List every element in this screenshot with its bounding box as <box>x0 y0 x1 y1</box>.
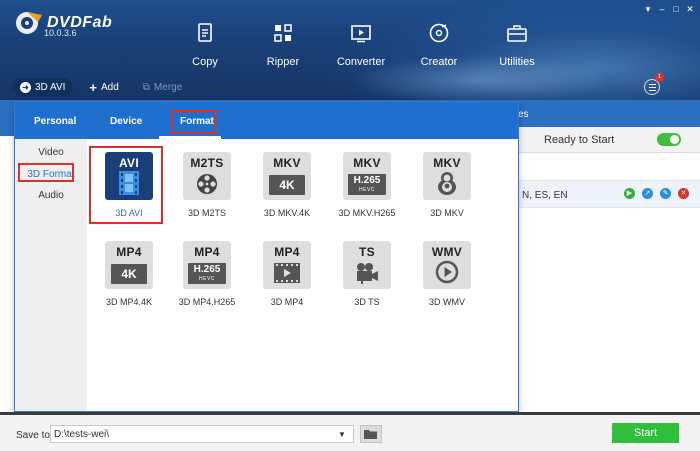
chevron-down-icon[interactable]: ▼ <box>338 430 346 439</box>
side-audio[interactable]: Audio <box>15 190 87 201</box>
h265-badge: H.265 HEVC <box>348 174 386 195</box>
merge-button[interactable]: ⧉ Merge <box>135 78 191 96</box>
camera-icon <box>357 263 378 284</box>
nav-utilities-label: Utilities <box>499 56 535 68</box>
copy-icon <box>166 20 244 46</box>
background-tab-fragment: es <box>518 109 529 120</box>
profile-button[interactable]: ➜ 3D AVI <box>12 78 74 96</box>
format-label: 3D WMV <box>429 297 465 307</box>
format-label: 3D MKV.4K <box>263 208 311 218</box>
ripper-icon <box>244 20 322 46</box>
tab-personal[interactable]: Personal <box>34 116 76 127</box>
m2ts-format-icon: M2TS <box>183 152 231 200</box>
popup-tab-bar: Personal Device Format <box>15 102 518 139</box>
nav-copy[interactable]: Copy <box>166 20 244 68</box>
remove-icon[interactable]: ✕ <box>678 188 689 199</box>
arrow-right-icon: ➜ <box>20 81 31 93</box>
format-3d-mkv-h265[interactable]: MKV H.265 HEVC 3D MKV.H265 <box>327 152 407 218</box>
main-nav: Copy Ripper Converter Creator Utilities <box>166 20 556 68</box>
notification-badge: 1 <box>655 73 664 82</box>
play-circle-icon <box>435 260 459 284</box>
toolbar: ➜ 3D AVI + Add ⧉ Merge <box>12 78 190 96</box>
merge-label: Merge <box>153 81 183 93</box>
format-3d-m2ts[interactable]: M2TS 3D M2TS <box>167 152 247 218</box>
merge-icon: ⧉ <box>142 81 150 93</box>
ts-format-icon: TS <box>343 241 391 289</box>
format-label: 3D M2TS <box>187 208 226 218</box>
4k-badge: 4K <box>111 264 147 284</box>
window-controls: ▾ – □ ✕ <box>644 4 694 15</box>
nav-converter[interactable]: Converter <box>322 20 400 68</box>
add-label: Add <box>100 81 119 93</box>
folder-icon <box>364 429 377 439</box>
close-icon[interactable]: ✕ <box>686 4 694 15</box>
popup-sidebar: Video 3D Format Audio <box>15 139 87 411</box>
creator-icon <box>400 20 478 46</box>
nav-utilities[interactable]: Utilities <box>478 20 556 68</box>
3d-format-highlight <box>18 163 74 182</box>
save-to-label: Save to: <box>16 430 53 441</box>
mkv-format-icon: MKV 4K <box>263 152 311 200</box>
avi-selection-highlight <box>89 146 163 224</box>
side-video[interactable]: Video <box>15 147 87 158</box>
toolbox-icon <box>478 20 556 46</box>
add-button[interactable]: + Add <box>81 78 126 96</box>
left-edge-strip <box>0 127 14 412</box>
converter-icon <box>322 20 400 46</box>
app-version: 10.0.3.6 <box>44 28 77 38</box>
tab-device[interactable]: Device <box>110 116 142 127</box>
minimize-icon[interactable]: – <box>658 4 666 15</box>
nav-converter-label: Converter <box>336 56 386 68</box>
browse-folder-button[interactable] <box>360 425 382 443</box>
format-3d-ts[interactable]: TS 3D TS <box>327 241 407 307</box>
nav-ripper[interactable]: Ripper <box>244 20 322 68</box>
plus-icon: + <box>89 79 97 95</box>
header: DVDFab 10.0.3.6 Copy Ripper Converter Cr <box>0 0 700 100</box>
h265-badge: H.265 HEVC <box>188 263 226 284</box>
format-label: 3D MP4.H265 <box>178 297 236 307</box>
task-languages: N, ES, EN <box>522 190 568 201</box>
save-path-value: D:\tests-wei\ <box>54 429 110 440</box>
matryoshka-icon <box>438 172 456 195</box>
format-tab-highlight <box>171 110 216 134</box>
task-panel <box>518 127 700 412</box>
nav-ripper-label: Ripper <box>266 56 300 68</box>
mp4-format-icon: MP4 <box>263 241 311 289</box>
format-label: 3D MKV <box>430 208 464 218</box>
profile-label: 3D AVI <box>35 81 66 93</box>
maximize-icon[interactable]: □ <box>672 4 680 15</box>
mkv-format-icon: MKV <box>423 152 471 200</box>
format-label: 3D MKV.H265 <box>338 208 396 218</box>
ready-status: Ready to Start <box>544 134 615 146</box>
4k-badge: 4K <box>269 175 305 195</box>
share-icon[interactable]: ↗ <box>642 188 653 199</box>
format-3d-wmv[interactable]: WMV 3D WMV <box>407 241 487 307</box>
format-label: 3D MP4 <box>270 297 304 307</box>
format-3d-mp4[interactable]: MP4 3D MP4 <box>247 241 327 307</box>
play-icon[interactable]: ▶ <box>624 188 635 199</box>
wmv-format-icon: WMV <box>423 241 471 289</box>
dropdown-icon[interactable]: ▾ <box>644 4 652 15</box>
mp4-format-icon: MP4 4K <box>105 241 153 289</box>
format-3d-mkv[interactable]: MKV 3D MKV <box>407 152 487 218</box>
format-3d-mp4-h265[interactable]: MP4 H.265 HEVC 3D MP4.H265 <box>167 241 247 307</box>
format-3d-mkv-4k[interactable]: MKV 4K 3D MKV.4K <box>247 152 327 218</box>
film-reel-icon <box>197 174 217 194</box>
format-grid: AVI 3D AVI M2TS 3D M2TS MKV 4K 3D MKV.4K… <box>87 139 518 411</box>
mkv-format-icon: MKV H.265 HEVC <box>343 152 391 200</box>
format-3d-mp4-4k[interactable]: MP4 4K 3D MP4.4K <box>89 241 169 307</box>
play-film-icon <box>274 263 300 283</box>
ready-toggle[interactable] <box>657 133 681 146</box>
format-label: 3D TS <box>354 297 380 307</box>
dvdfab-logo-icon <box>14 10 44 36</box>
nav-creator[interactable]: Creator <box>400 20 478 68</box>
edit-icon[interactable]: ✎ <box>660 188 671 199</box>
mp4-format-icon: MP4 H.265 HEVC <box>183 241 231 289</box>
start-button[interactable]: Start <box>612 423 679 443</box>
format-label: 3D MP4.4K <box>105 297 153 307</box>
profile-popup: Personal Device Format Video 3D Format A… <box>14 101 519 412</box>
nav-creator-label: Creator <box>420 56 458 68</box>
nav-copy-label: Copy <box>192 56 218 68</box>
